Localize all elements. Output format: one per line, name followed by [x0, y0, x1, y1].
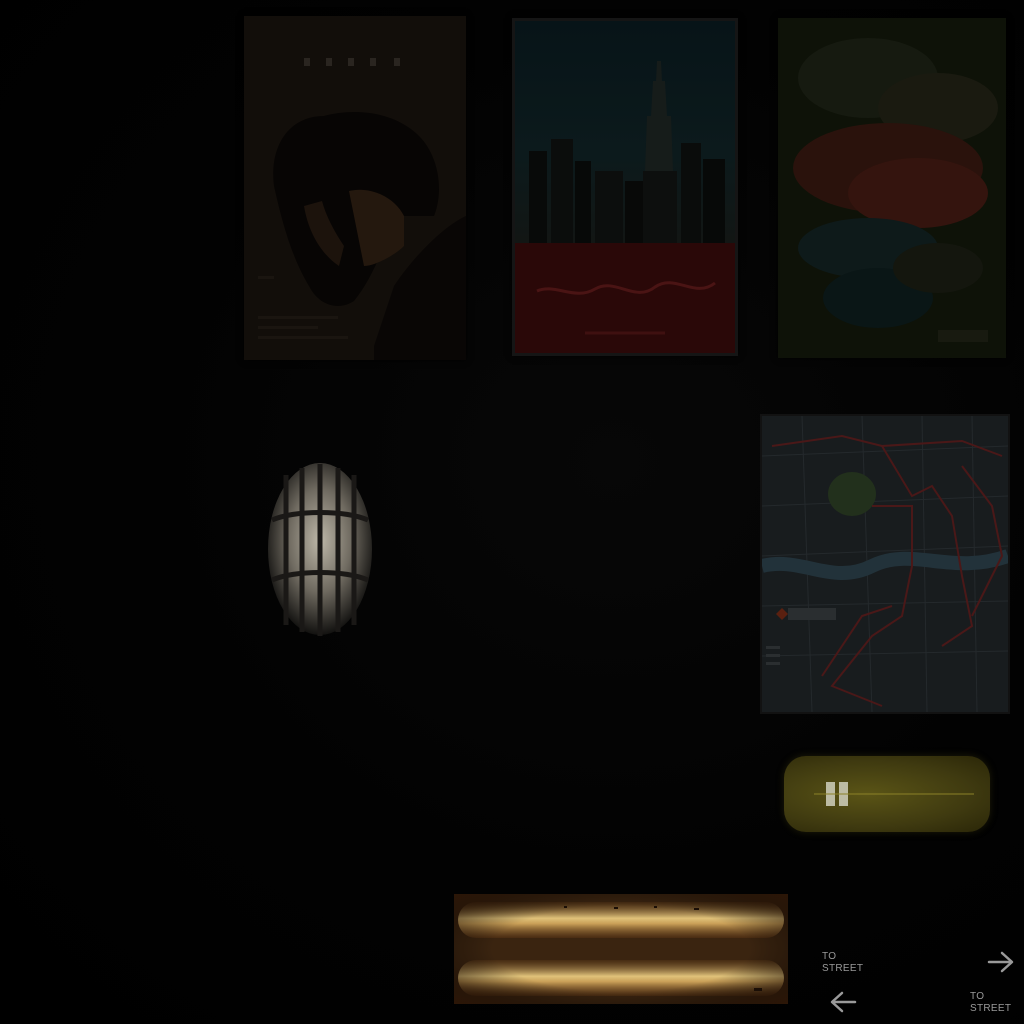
arrow-right-icon[interactable]: [986, 950, 1016, 974]
city-skyline-art: [515, 21, 735, 353]
light-streak: [814, 793, 974, 795]
barred-wall-lamp: [266, 460, 374, 638]
city-map[interactable]: [760, 414, 1010, 714]
glowing-floor-vent: [454, 894, 788, 1004]
lamp-cage-icon: [268, 463, 372, 636]
nav-back-label[interactable]: TO STREET: [970, 991, 1014, 1015]
abstract-floral-poster[interactable]: [778, 18, 1006, 358]
city-map-art: [762, 416, 1008, 712]
vent-glow-art: [454, 894, 788, 1004]
arrow-left-icon[interactable]: [828, 990, 858, 1014]
city-skyline-poster[interactable]: [512, 18, 738, 356]
portrait-poster[interactable]: [244, 16, 466, 360]
portrait-poster-art: [244, 16, 466, 360]
yellow-wall-light: [784, 756, 990, 832]
nav-forward-label[interactable]: TO STREET: [822, 951, 864, 975]
abstract-floral-art: [778, 18, 1006, 358]
game-scene: TO STREET TO STREET: [0, 0, 1024, 1024]
